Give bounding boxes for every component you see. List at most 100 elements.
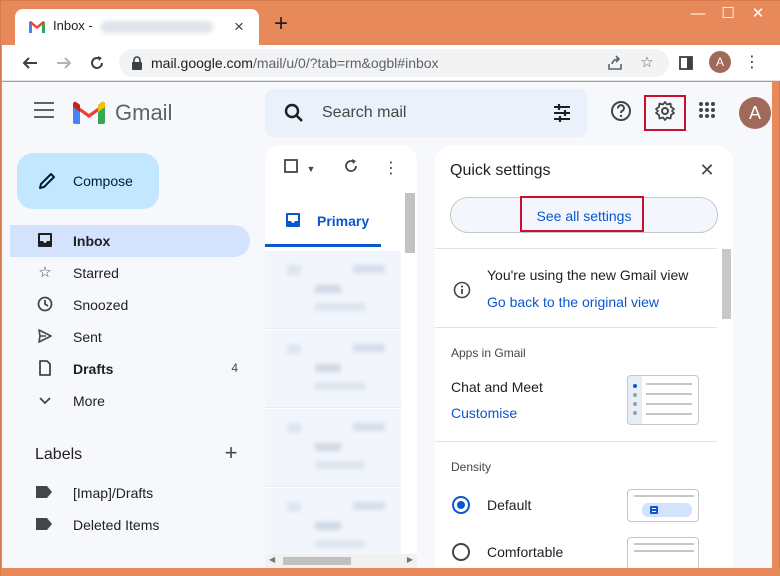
share-arrow-icon xyxy=(608,55,622,70)
density-comfortable-preview xyxy=(627,537,699,568)
tab-primary[interactable]: Primary xyxy=(265,197,381,247)
side-panel-icon[interactable] xyxy=(674,51,698,75)
forward-button[interactable] xyxy=(52,51,76,75)
sidebar-item-label: Inbox xyxy=(73,233,111,249)
main-menu-icon[interactable] xyxy=(34,102,54,118)
more-options-icon[interactable]: ⋮ xyxy=(381,159,401,179)
sidebar-item-drafts[interactable]: Drafts 4 xyxy=(10,353,250,385)
list-item[interactable] xyxy=(265,251,401,329)
inbox-icon xyxy=(36,232,54,250)
label-tag-icon xyxy=(36,518,52,530)
quick-settings-panel: Quick settings ✕ See all settings You're… xyxy=(435,145,733,568)
density-section-title: Density xyxy=(451,460,492,474)
window-bottom-edge xyxy=(1,568,780,576)
share-icon[interactable] xyxy=(605,53,625,73)
search-options-icon[interactable] xyxy=(551,102,573,124)
chat-meet-preview xyxy=(627,375,699,425)
gmail-logo-icon xyxy=(73,101,105,124)
tab-primary-label: Primary xyxy=(317,213,370,229)
add-label-button[interactable]: + xyxy=(221,442,241,464)
apps-grid-icon[interactable] xyxy=(696,100,718,122)
search-icon[interactable] xyxy=(283,102,305,124)
list-item[interactable] xyxy=(265,330,401,408)
label-item-imap-drafts[interactable]: [Imap]/Drafts xyxy=(10,477,250,509)
grid-dots-icon xyxy=(699,102,715,118)
window-controls: — ☐ ✕ xyxy=(683,1,773,31)
send-icon xyxy=(36,328,54,346)
new-view-info-text: You're using the new Gmail view xyxy=(487,267,689,283)
info-icon xyxy=(453,281,471,299)
browser-menu-icon[interactable]: ⋮ xyxy=(740,51,764,75)
gmail-page: Gmail Search mail A Compose Inbox ☆ Star… xyxy=(2,82,772,568)
sidebar-item-label: Drafts xyxy=(73,361,114,377)
scrollbar-thumb[interactable] xyxy=(283,557,351,565)
labels-heading: Labels xyxy=(35,446,83,463)
chat-meet-label: Chat and Meet xyxy=(451,379,543,395)
browser-tab-inbox[interactable]: Inbox - × xyxy=(15,9,259,45)
horizontal-scrollbar[interactable]: ◀ ▶ xyxy=(265,554,417,568)
density-default-radio[interactable] xyxy=(452,496,470,514)
divider xyxy=(435,327,717,328)
sidebar-item-label: Snoozed xyxy=(73,297,129,313)
reload-button[interactable] xyxy=(85,51,109,75)
list-item[interactable] xyxy=(265,409,401,487)
url-host: mail.google.com xyxy=(151,55,253,71)
select-dropdown-icon[interactable]: ▼ xyxy=(301,159,321,179)
help-icon[interactable] xyxy=(610,100,632,122)
divider xyxy=(435,441,717,442)
lock-icon xyxy=(132,56,142,70)
search-placeholder[interactable]: Search mail xyxy=(322,104,406,122)
star-icon: ☆ xyxy=(38,264,52,281)
label-item-deleted-items[interactable]: Deleted Items xyxy=(10,509,250,541)
url-path: /mail/u/0/?tab=rm&ogbl#inbox xyxy=(252,55,439,71)
new-tab-button[interactable]: + xyxy=(269,12,293,37)
maximize-button[interactable]: ☐ xyxy=(713,1,743,29)
scroll-left-icon[interactable]: ◀ xyxy=(269,555,275,564)
tab-strip: Inbox - × + — ☐ ✕ xyxy=(1,1,780,45)
density-comfortable-radio[interactable] xyxy=(452,543,470,561)
chevron-down-icon xyxy=(36,392,54,410)
minimize-button[interactable]: — xyxy=(683,1,713,29)
sidebar-item-inbox[interactable]: Inbox xyxy=(10,225,250,257)
tab-close-icon[interactable]: × xyxy=(229,17,249,37)
profile-avatar[interactable]: A xyxy=(709,51,731,73)
original-view-link[interactable]: Go back to the original view xyxy=(487,294,659,310)
scroll-right-icon[interactable]: ▶ xyxy=(407,555,413,564)
forward-arrow-icon xyxy=(57,57,72,69)
divider xyxy=(435,248,717,249)
clock-icon xyxy=(36,296,54,314)
select-all-checkbox[interactable] xyxy=(281,159,301,179)
sidebar-item-label: More xyxy=(73,393,105,409)
sidebar-item-starred[interactable]: ☆ Starred xyxy=(10,257,250,289)
close-window-button[interactable]: ✕ xyxy=(743,1,773,29)
close-icon[interactable]: ✕ xyxy=(697,160,717,180)
sidebar-item-snoozed[interactable]: Snoozed xyxy=(10,289,250,321)
mail-list-scrollbar[interactable] xyxy=(405,193,415,253)
customise-link[interactable]: Customise xyxy=(451,405,517,421)
refresh-icon[interactable] xyxy=(341,159,361,179)
compose-button[interactable]: Compose xyxy=(17,153,159,209)
apps-section-title: Apps in Gmail xyxy=(451,346,526,360)
compose-label: Compose xyxy=(73,173,133,189)
sidebar-item-label: Starred xyxy=(73,265,119,281)
label-item-text: Deleted Items xyxy=(73,517,160,533)
sidebar-item-sent[interactable]: Sent xyxy=(10,321,250,353)
back-button[interactable] xyxy=(18,51,42,75)
url-text: mail.google.com/mail/u/0/?tab=rm&ogbl#in… xyxy=(151,55,439,71)
sidebar-nav: Inbox ☆ Starred Snoozed Sent Drafts 4 Mo… xyxy=(10,225,250,417)
address-bar[interactable]: mail.google.com/mail/u/0/?tab=rm&ogbl#in… xyxy=(119,49,669,77)
reload-icon xyxy=(91,56,103,69)
density-comfortable-label: Comfortable xyxy=(487,544,564,560)
quick-settings-title: Quick settings xyxy=(450,162,551,179)
sidebar-item-more[interactable]: More xyxy=(10,385,250,417)
mail-list: ▼ ⋮ Primary ◀ ▶ xyxy=(265,145,417,568)
account-avatar[interactable]: A xyxy=(739,97,771,129)
inbox-tab-icon xyxy=(286,213,300,227)
search-bar[interactable]: Search mail xyxy=(265,89,587,137)
bookmark-star-icon[interactable]: ☆ xyxy=(637,53,657,73)
back-arrow-icon xyxy=(22,57,37,69)
quick-settings-scrollbar[interactable] xyxy=(722,249,731,319)
draft-icon xyxy=(36,360,54,378)
gmail-favicon-icon xyxy=(29,21,45,33)
settings-highlight-box xyxy=(644,95,686,131)
